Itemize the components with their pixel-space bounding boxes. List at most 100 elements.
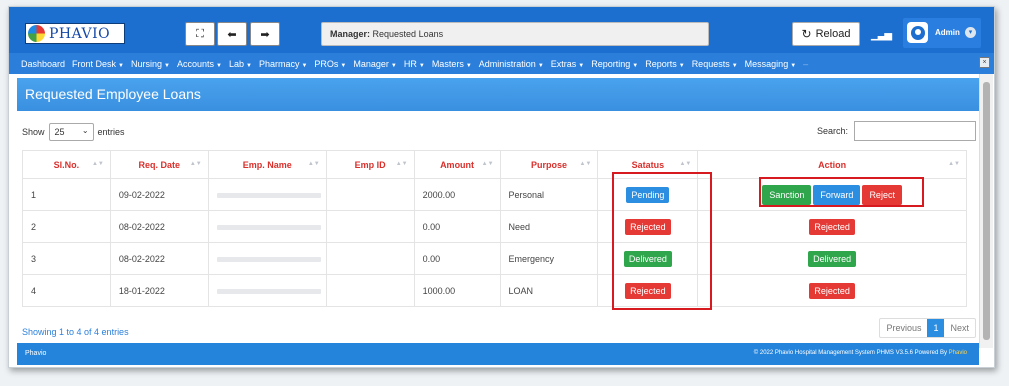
caret-down-icon: ▼	[465, 62, 472, 69]
user-menu[interactable]: Admin ▾	[903, 18, 981, 48]
cell-emp-id	[325, 178, 415, 211]
reload-icon: ↻	[801, 27, 812, 41]
sort-icon: ▲▼	[307, 161, 320, 167]
caret-down-icon: ▼	[216, 62, 222, 69]
show-label: Show	[22, 127, 45, 137]
menu-label: Lab	[228, 58, 244, 69]
forward-button[interactable]: ➡	[250, 22, 280, 46]
cell-req-date: 09-02-2022	[109, 178, 209, 211]
menu-item-manager[interactable]: Manager ▼	[353, 59, 396, 69]
menu-item-requests[interactable]: Requests ▼	[692, 59, 738, 69]
cell-purpose: Need	[499, 210, 599, 243]
cell-amount: 0.00	[413, 242, 501, 275]
previous-button[interactable]: Previous	[880, 319, 927, 337]
cell-sl-no: 2	[22, 210, 111, 243]
menu-label: Pharmacy	[258, 58, 300, 69]
pagination: Previous 1 Next	[879, 318, 976, 338]
column-header-label: Emp ID	[354, 159, 386, 170]
sort-icon: ▲▼	[481, 161, 494, 167]
search-input[interactable]	[854, 121, 976, 141]
scrollbar[interactable]	[979, 74, 993, 348]
table-row: 2 08-02-2022 0.00 Need Rejected Rejected	[22, 210, 967, 243]
footer: Phavio © 2022 Phavio Hospital Management…	[17, 343, 979, 365]
menu-item-administration[interactable]: Administration ▼	[479, 59, 544, 69]
redacted-name-bar	[216, 256, 321, 262]
user-name: Admin	[935, 28, 960, 37]
menu-item-dashboard[interactable]: Dashboard	[21, 59, 65, 69]
menu-item-pros[interactable]: PROs ▼	[314, 59, 346, 69]
cell-action: Delivered	[697, 242, 967, 275]
entries-select[interactable]: 25 ⌄	[48, 123, 94, 141]
search-label: Search:	[816, 126, 848, 136]
next-button[interactable]: Next	[944, 319, 975, 337]
entries-value: 25	[54, 127, 65, 137]
column-header-purpose[interactable]: Purpose ▲▼	[499, 150, 599, 179]
sort-icon: ▲▼	[395, 161, 408, 167]
caret-down-icon: ▼	[164, 62, 170, 69]
table-row: 4 18-01-2022 1000.00 LOAN Rejected Rejected	[22, 274, 967, 307]
cell-emp-id	[325, 242, 415, 275]
fullscreen-button[interactable]: ⛶	[185, 22, 215, 46]
menu-more-indicator: –	[803, 58, 809, 69]
menu-item-reports[interactable]: Reports ▼	[645, 59, 684, 69]
cell-purpose: LOAN	[499, 274, 599, 307]
page-title: Requested Loans	[372, 29, 444, 39]
cell-emp-name	[207, 242, 327, 275]
column-header-label: Sl.No.	[53, 159, 80, 170]
menu-item-pharmacy[interactable]: Pharmacy ▼	[259, 59, 307, 69]
close-icon[interactable]: ×	[979, 57, 990, 68]
menu-label: Accounts	[176, 58, 214, 69]
column-header-sl-no-[interactable]: Sl.No. ▲▼	[22, 150, 111, 179]
menu-item-nursing[interactable]: Nursing ▼	[131, 59, 170, 69]
cell-emp-id	[325, 210, 415, 243]
cell-sl-no: 3	[22, 242, 111, 275]
menu-label: HR	[403, 58, 417, 69]
column-header-emp-name[interactable]: Emp. Name ▲▼	[207, 150, 327, 179]
menu-item-lab[interactable]: Lab ▼	[229, 59, 252, 69]
loans-panel: Show 25 ⌄ entries Search: Sl.No. ▲▼ Req. D…	[17, 111, 979, 343]
menu-label: Requests	[691, 58, 730, 69]
column-header-action[interactable]: Action ▲▼	[697, 150, 967, 179]
menu-item-reporting[interactable]: Reporting ▼	[591, 59, 638, 69]
app-logo[interactable]: PHAVIO	[25, 23, 125, 44]
back-button[interactable]: ⬅	[217, 22, 247, 46]
page-title-box: Manager: Requested Loans	[321, 22, 709, 46]
copyright-text: © 2022 Phavio Hospital Management System…	[753, 350, 947, 356]
menu-label: Masters	[431, 58, 464, 69]
column-header-amount[interactable]: Amount ▲▼	[413, 150, 501, 179]
cell-emp-id	[325, 274, 415, 307]
menu-item-front-desk[interactable]: Front Desk ▼	[72, 59, 124, 69]
logo-text: PHAVIO	[49, 25, 111, 42]
scrollbar-thumb[interactable]	[983, 82, 990, 340]
redacted-name-bar	[216, 224, 321, 230]
fullscreen-icon: ⛶	[196, 27, 204, 40]
cell-action: Rejected	[697, 210, 967, 243]
column-header-emp-id[interactable]: Emp ID ▲▼	[325, 150, 415, 179]
menu-label: Reporting	[591, 58, 631, 69]
loans-table: Sl.No. ▲▼ Req. Date ▲▼ Emp. Name ▲▼ Emp ID ▲▼ Am…	[22, 150, 967, 307]
menu-label: Dashboard	[21, 58, 66, 69]
footer-brand: Phavio	[948, 350, 967, 356]
menu-item-messaging[interactable]: Messaging ▼	[745, 59, 796, 69]
page-length-control: Show 25 ⌄ entries	[22, 123, 125, 141]
action-status-badge: Rejected	[809, 218, 855, 235]
menu-item-masters[interactable]: Masters ▼	[432, 59, 472, 69]
menu-item-extras[interactable]: Extras ▼	[551, 59, 584, 69]
column-header-req-date[interactable]: Req. Date ▲▼	[109, 150, 209, 179]
footer-right: © 2022 Phavio Hospital Management System…	[754, 350, 967, 356]
sort-icon: ▲▼	[189, 161, 202, 167]
caret-down-icon: ▼	[537, 62, 544, 69]
cell-req-date: 08-02-2022	[109, 242, 209, 275]
avatar	[907, 22, 928, 43]
reload-button[interactable]: ↻ Reload	[792, 22, 860, 46]
status-highlight-box	[612, 172, 712, 310]
cell-req-date: 08-02-2022	[109, 210, 209, 243]
page-1-button[interactable]: 1	[927, 319, 945, 337]
menu-label: Messaging	[744, 58, 789, 69]
cell-emp-name	[207, 210, 327, 243]
menu-item-accounts[interactable]: Accounts ▼	[177, 59, 222, 69]
caret-down-icon: ▼	[678, 62, 685, 69]
action-highlight-box	[759, 177, 924, 207]
menu-label: PROs	[314, 58, 339, 69]
menu-item-hr[interactable]: HR ▼	[404, 59, 425, 69]
